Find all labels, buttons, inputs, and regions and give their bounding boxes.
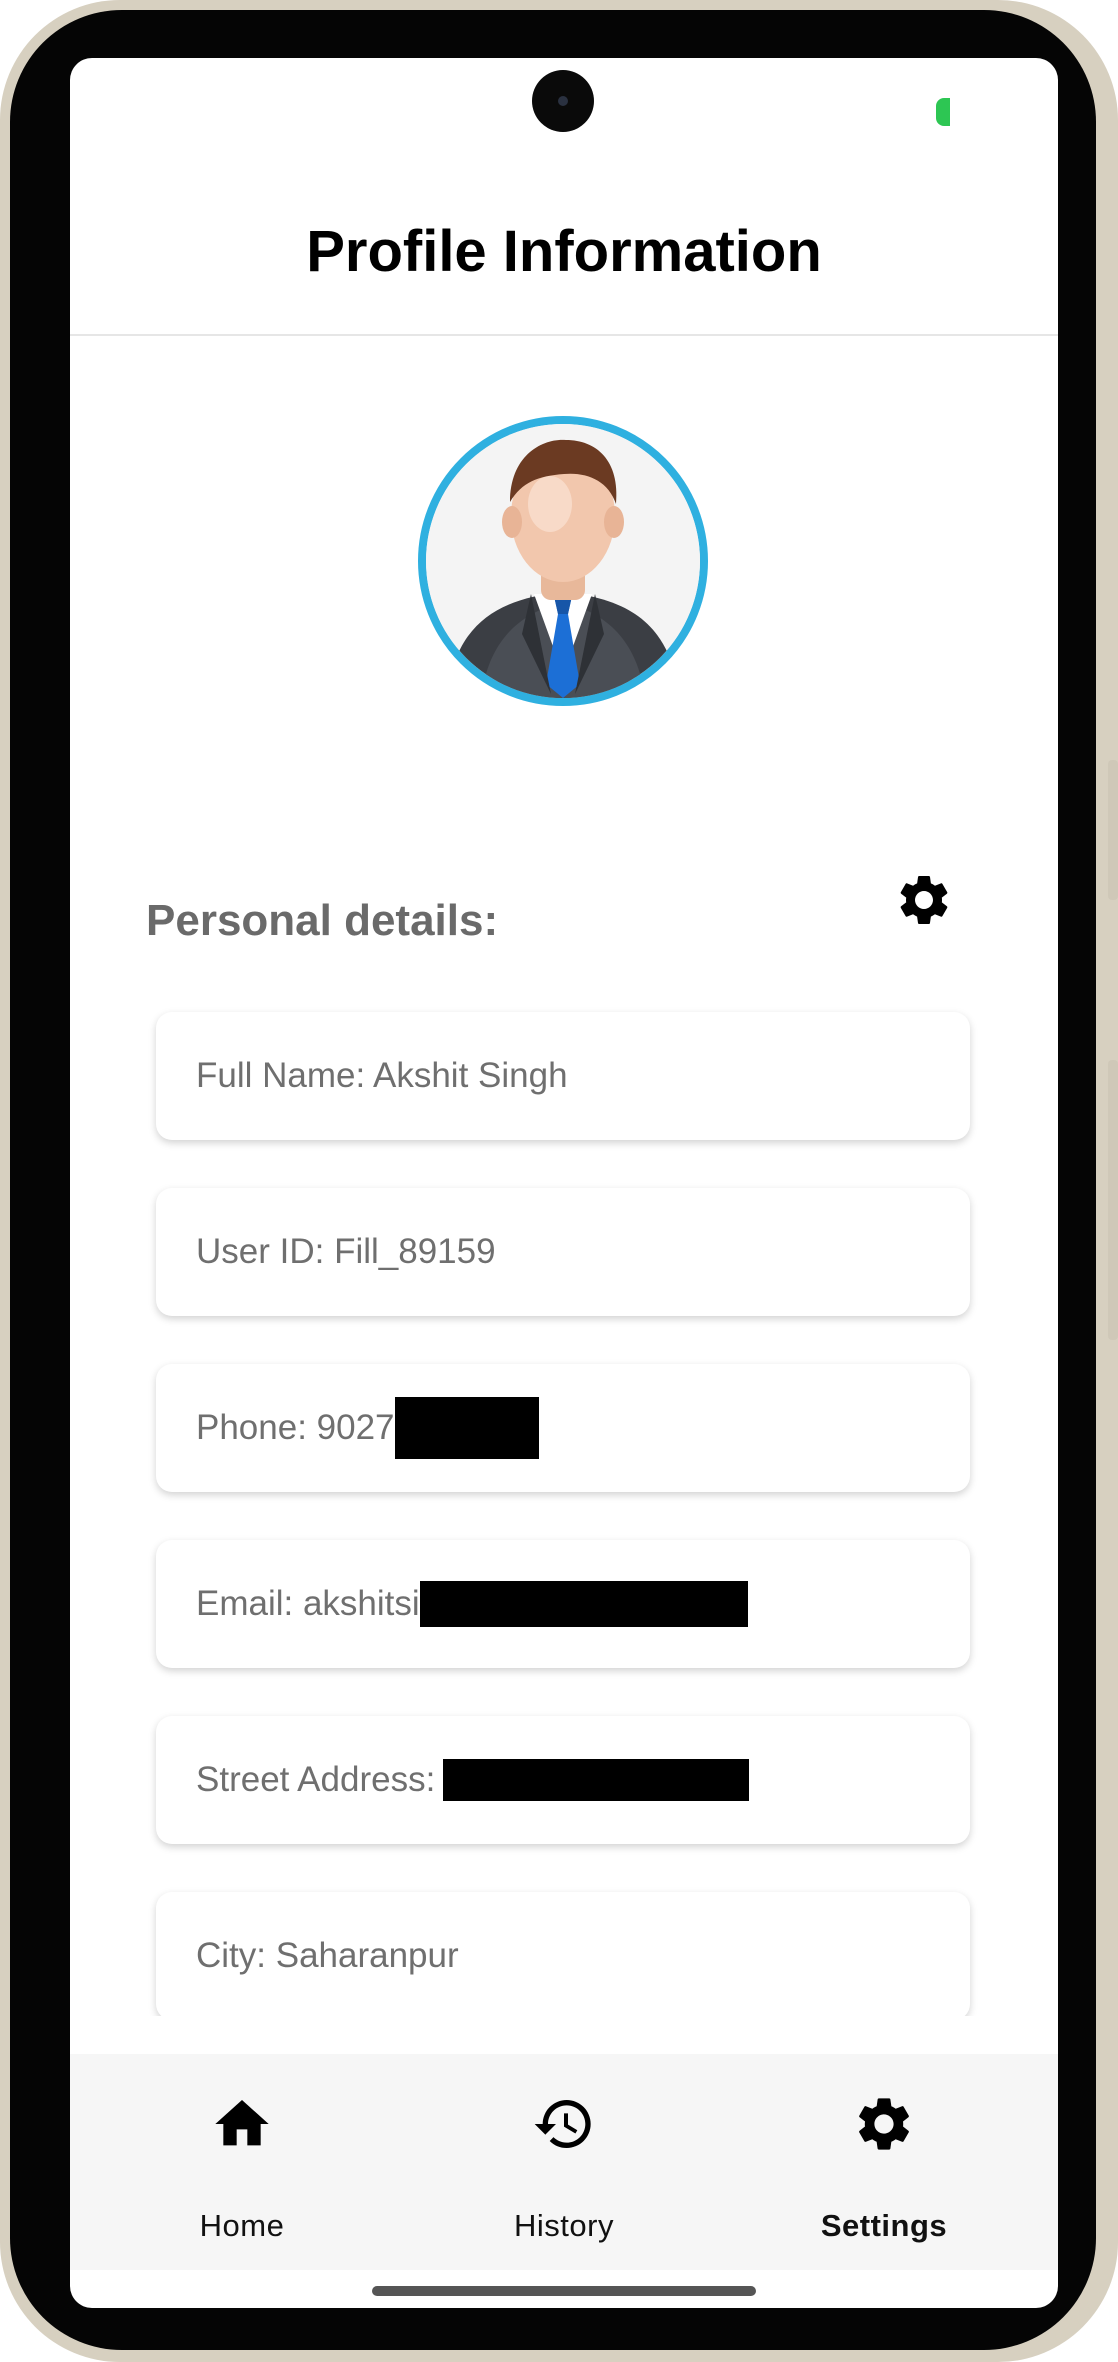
home-icon [215,2100,269,2146]
redaction-block [419,1581,748,1627]
gear-icon [859,2098,909,2150]
detail-card-full-name[interactable]: Full Name: Akshit Singh [156,1012,970,1140]
history-icon [534,2100,591,2148]
phone-frame: Profile Information Personal details: Fu… [0,0,1118,2362]
redaction-block [443,1759,750,1801]
detail-card-user-id[interactable]: User ID: Fill_89159 [156,1188,970,1316]
detail-text: Street Address: [196,1760,436,1799]
redaction-block [394,1397,539,1459]
home-indicator[interactable] [372,2286,756,2296]
nav-label: History [514,2208,614,2243]
volume-button [1108,760,1118,900]
detail-text: User ID: Fill_89159 [196,1232,496,1271]
app-screen: Profile Information Personal details: Fu… [70,58,1058,2308]
phone-bezel: Profile Information Personal details: Fu… [10,10,1096,2350]
section-title: Personal details: [146,896,499,945]
detail-card-city[interactable]: City: Saharanpur [156,1892,970,2020]
front-camera [532,70,594,132]
bottom-navigation: Home History Settings [70,2054,1058,2270]
detail-text: Phone: 9027 [196,1408,395,1447]
battery-indicator-icon [936,98,950,126]
businessman-avatar-icon [426,424,700,698]
nav-label: Home [199,2208,285,2243]
avatar[interactable] [418,416,708,706]
nav-item-history[interactable]: History [454,2054,674,2270]
detail-text: Email: akshitsi [196,1584,420,1623]
detail-text: Full Name: Akshit Singh [196,1056,568,1095]
gear-icon[interactable] [894,870,954,930]
nav-label: Settings [820,2208,948,2243]
detail-text: City: Saharanpur [196,1936,459,1975]
detail-card-phone[interactable]: Phone: 9027 [156,1364,970,1492]
nav-item-home[interactable]: Home [132,2054,352,2270]
nav-item-settings[interactable]: Settings [774,2054,994,2270]
detail-card-street-address[interactable]: Street Address: [156,1716,970,1844]
page-title: Profile Information [306,219,822,284]
detail-card-email[interactable]: Email: akshitsi [156,1540,970,1668]
power-button [1108,1060,1118,1340]
